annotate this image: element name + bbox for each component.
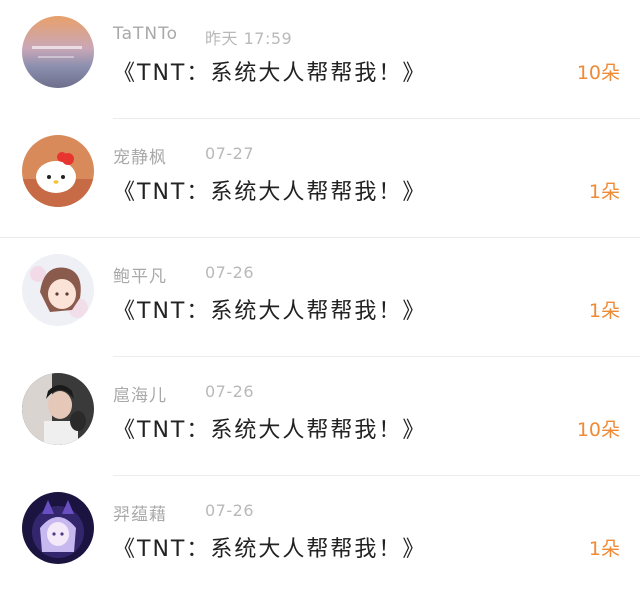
avatar[interactable] (22, 373, 94, 445)
gift-count: 1朵 (588, 300, 620, 322)
gift-count: 1朵 (588, 181, 620, 203)
hello-kitty-avatar-icon (22, 135, 94, 207)
avatar[interactable] (22, 492, 94, 564)
list-item[interactable]: 羿蕴藉 07-26 《TNT：系统大人帮帮我！》 1朵 (0, 476, 640, 595)
reward-list: TaTNTo 昨天 17:59 《TNT：系统大人帮帮我！》 10朵 宠静枫 0… (0, 0, 640, 589)
book-title[interactable]: 《TNT：系统大人帮帮我！》 (113, 531, 426, 563)
anime-girl-avatar-icon (22, 254, 94, 326)
gift-count: 10朵 (576, 62, 620, 84)
username[interactable]: 鲍平凡 (113, 262, 167, 287)
timestamp: 07-26 (205, 501, 254, 520)
avatar[interactable] (22, 16, 94, 88)
gift-count: 1朵 (588, 538, 620, 560)
username[interactable]: 宠静枫 (113, 143, 167, 168)
photo-couple-avatar-icon (22, 373, 94, 445)
list-item[interactable]: 宠静枫 07-27 《TNT：系统大人帮帮我！》 1朵 (0, 119, 640, 238)
list-item[interactable]: TaTNTo 昨天 17:59 《TNT：系统大人帮帮我！》 10朵 (0, 0, 640, 119)
book-title[interactable]: 《TNT：系统大人帮帮我！》 (113, 174, 426, 206)
username[interactable]: TaTNTo (113, 24, 178, 44)
list-item[interactable]: 扈海儿 07-26 《TNT：系统大人帮帮我！》 10朵 (0, 357, 640, 476)
anime-cat-ears-avatar-icon (22, 492, 94, 564)
timestamp: 昨天 17:59 (205, 29, 293, 48)
timestamp: 07-27 (205, 144, 254, 163)
avatar[interactable] (22, 135, 94, 207)
book-title[interactable]: 《TNT：系统大人帮帮我！》 (113, 55, 426, 87)
avatar[interactable] (22, 254, 94, 326)
book-title[interactable]: 《TNT：系统大人帮帮我！》 (113, 293, 426, 325)
timestamp: 07-26 (205, 263, 254, 282)
timestamp: 07-26 (205, 382, 254, 401)
username[interactable]: 扈海儿 (113, 381, 167, 406)
gift-count: 10朵 (576, 419, 620, 441)
sunset-sea-avatar-icon (22, 16, 94, 88)
username[interactable]: 羿蕴藉 (113, 500, 167, 525)
book-title[interactable]: 《TNT：系统大人帮帮我！》 (113, 412, 426, 444)
list-item[interactable]: 鲍平凡 07-26 《TNT：系统大人帮帮我！》 1朵 (0, 238, 640, 357)
